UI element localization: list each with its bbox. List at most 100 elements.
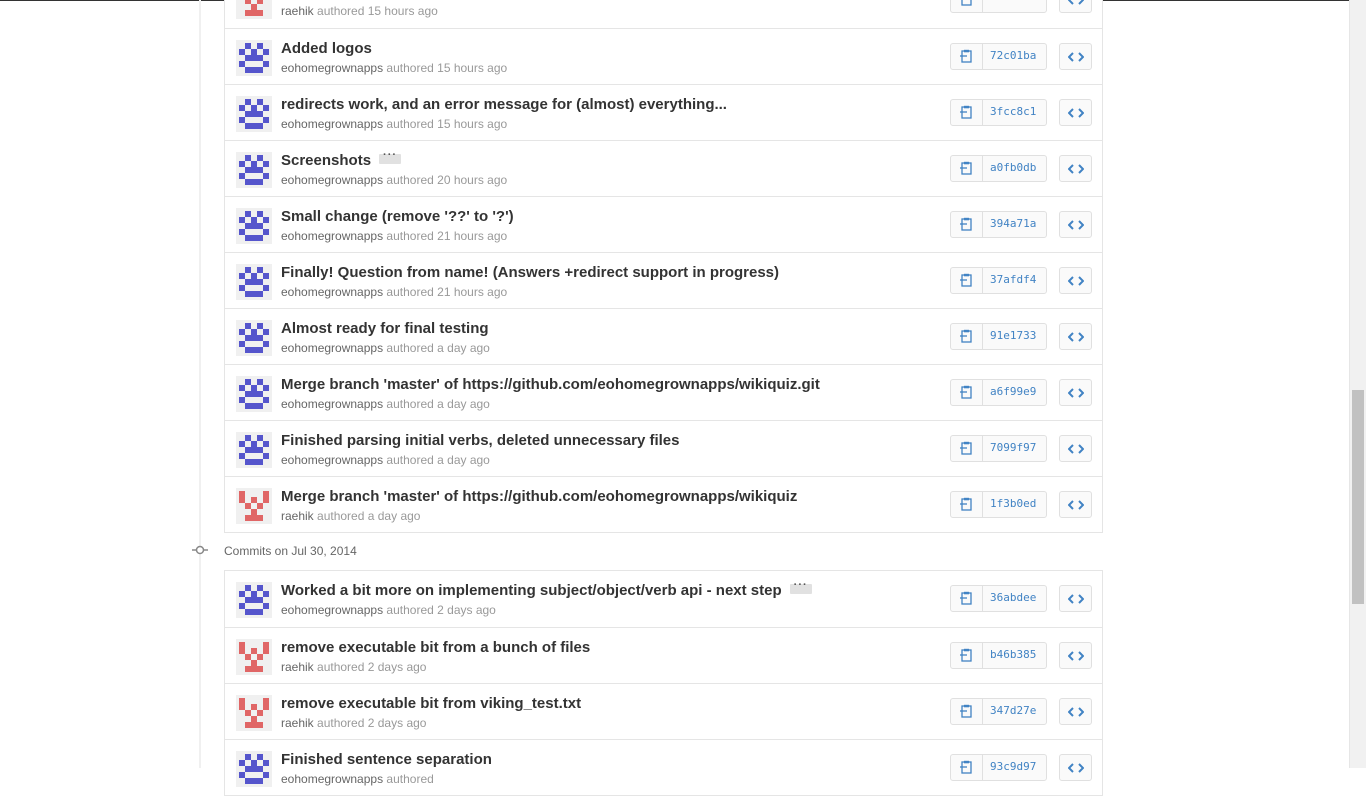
browse-code-button[interactable] <box>1059 211 1092 238</box>
commit-time: a day ago <box>367 509 421 523</box>
commit-sha-link[interactable]: b46b385 <box>990 648 1036 661</box>
commit-message-link[interactable]: Finished sentence separation <box>281 751 492 768</box>
avatar[interactable] <box>236 152 272 188</box>
avatar[interactable] <box>236 376 272 412</box>
browse-code-button[interactable] <box>1059 435 1092 462</box>
copy-sha-button[interactable] <box>951 436 983 461</box>
browse-code-button[interactable] <box>1059 642 1092 669</box>
commit-sha-link[interactable]: 93c9d97 <box>990 760 1036 773</box>
commit-meta: eohomegrownapps authored 15 hours ago <box>281 117 507 131</box>
expand-message-button[interactable]: ··· <box>379 149 402 165</box>
copy-sha-button[interactable] <box>951 586 983 611</box>
commit-message-link[interactable]: Small change (remove '??' to '?') <box>281 208 514 225</box>
avatar[interactable] <box>236 96 272 132</box>
avatar[interactable] <box>236 264 272 300</box>
sha-button-group: 72c01ba <box>950 43 1047 70</box>
commit-message-link[interactable]: redirects work, and an error message for… <box>281 96 727 113</box>
commit-sha-link[interactable]: a0fb0db <box>990 161 1036 174</box>
commit-sha-link[interactable]: 3fcc8c1 <box>990 105 1036 118</box>
commit-sha-link[interactable]: 91e1733 <box>990 329 1036 342</box>
sha-button-group: b46b385 <box>950 642 1047 669</box>
commit-sha-link[interactable]: 394a71a <box>990 217 1036 230</box>
commit-sha-link[interactable]: a6f99e9 <box>990 385 1036 398</box>
commit-message-link[interactable]: remove executable bit from a bunch of fi… <box>281 639 590 656</box>
commit-time: a day ago <box>437 453 490 467</box>
commit-message-link[interactable]: Worked a bit more on implementing subjec… <box>281 582 782 599</box>
browse-code-button[interactable] <box>1059 585 1092 612</box>
commit-group: Worked a bit more on implementing subjec… <box>224 570 1103 796</box>
author-link[interactable]: raehik <box>281 660 314 674</box>
browse-code-button[interactable] <box>1059 0 1092 13</box>
commit-row: remove executable bit from a bunch of fi… <box>225 627 1102 683</box>
copy-sha-button[interactable] <box>951 100 983 125</box>
commit-message-link[interactable]: Merge branch 'master' of https://github.… <box>281 488 797 505</box>
copy-sha-button[interactable] <box>951 44 983 69</box>
author-link[interactable]: raehik <box>281 4 314 18</box>
commit-sha-link[interactable]: 347d27e <box>990 704 1036 717</box>
author-link[interactable]: eohomegrownapps <box>281 772 383 786</box>
copy-sha-button[interactable] <box>951 380 983 405</box>
ellipsis-icon: ··· <box>383 149 398 162</box>
author-link[interactable]: eohomegrownapps <box>281 453 383 467</box>
commit-message-link[interactable]: Merge branch 'master' of https://github.… <box>281 376 820 393</box>
commit-sha-link[interactable]: 72c01ba <box>990 49 1036 62</box>
author-link[interactable]: eohomegrownapps <box>281 603 383 617</box>
avatar[interactable] <box>236 695 272 731</box>
copy-sha-button[interactable] <box>951 0 983 12</box>
author-link[interactable]: eohomegrownapps <box>281 285 383 299</box>
commit-message-link[interactable]: Almost ready for final testing <box>281 320 489 337</box>
commit-message-link[interactable]: remove executable bit from viking_test.t… <box>281 695 581 712</box>
commit-sha-link[interactable]: 1f3b0ed <box>990 497 1036 510</box>
commit-message-link[interactable]: Finally! Question from name! (Answers +r… <box>281 264 779 281</box>
sha-button-group: 37afdf4 <box>950 267 1047 294</box>
browse-code-button[interactable] <box>1059 379 1092 406</box>
browse-code-button[interactable] <box>1059 155 1092 182</box>
commit-sha-link[interactable]: 36abdee <box>990 591 1036 604</box>
vertical-scrollbar[interactable] <box>1349 0 1366 768</box>
avatar[interactable] <box>236 751 272 787</box>
commit-message-link[interactable]: Added logos <box>281 40 372 57</box>
copy-sha-button[interactable] <box>951 156 983 181</box>
commit-time: a day ago <box>437 341 490 355</box>
browse-code-button[interactable] <box>1059 43 1092 70</box>
avatar[interactable] <box>236 320 272 356</box>
expand-message-button[interactable]: ··· <box>789 579 812 595</box>
copy-sha-button[interactable] <box>951 643 983 668</box>
copy-sha-button[interactable] <box>951 492 983 517</box>
commit-sha-link[interactable]: 37afdf4 <box>990 273 1036 286</box>
author-link[interactable]: eohomegrownapps <box>281 61 383 75</box>
copy-sha-button[interactable] <box>951 699 983 724</box>
avatar[interactable] <box>236 582 272 618</box>
browse-code-button[interactable] <box>1059 491 1092 518</box>
commit-message-link[interactable]: Finished parsing initial verbs, deleted … <box>281 432 679 449</box>
avatar[interactable] <box>236 40 272 76</box>
copy-sha-button[interactable] <box>951 212 983 237</box>
commit-title: Finished parsing initial verbs, deleted … <box>281 432 679 449</box>
commit-meta: raehik authored 2 days ago <box>281 660 426 674</box>
commit-time: 15 hours ago <box>367 4 438 18</box>
browse-code-button[interactable] <box>1059 323 1092 350</box>
avatar[interactable] <box>236 488 272 524</box>
browse-code-button[interactable] <box>1059 99 1092 126</box>
author-link[interactable]: raehik <box>281 509 314 523</box>
author-link[interactable]: eohomegrownapps <box>281 173 383 187</box>
scrollbar-thumb[interactable] <box>1352 390 1364 604</box>
browse-code-button[interactable] <box>1059 698 1092 725</box>
avatar[interactable] <box>236 639 272 675</box>
author-link[interactable]: eohomegrownapps <box>281 229 383 243</box>
commit-title: remove executable bit from a bunch of fi… <box>281 639 590 656</box>
commit-meta: eohomegrownapps authored 2 days ago <box>281 603 496 617</box>
avatar[interactable] <box>236 0 272 19</box>
copy-sha-button[interactable] <box>951 324 983 349</box>
copy-sha-button[interactable] <box>951 268 983 293</box>
commit-message-link[interactable]: Screenshots <box>281 152 371 169</box>
author-link[interactable]: eohomegrownapps <box>281 397 383 411</box>
author-link[interactable]: eohomegrownapps <box>281 117 383 131</box>
authored-label: authored <box>386 397 434 411</box>
avatar[interactable] <box>236 432 272 468</box>
author-link[interactable]: eohomegrownapps <box>281 341 383 355</box>
avatar[interactable] <box>236 208 272 244</box>
browse-code-button[interactable] <box>1059 267 1092 294</box>
author-link[interactable]: raehik <box>281 716 314 730</box>
commit-sha-link[interactable]: 7099f97 <box>990 441 1036 454</box>
